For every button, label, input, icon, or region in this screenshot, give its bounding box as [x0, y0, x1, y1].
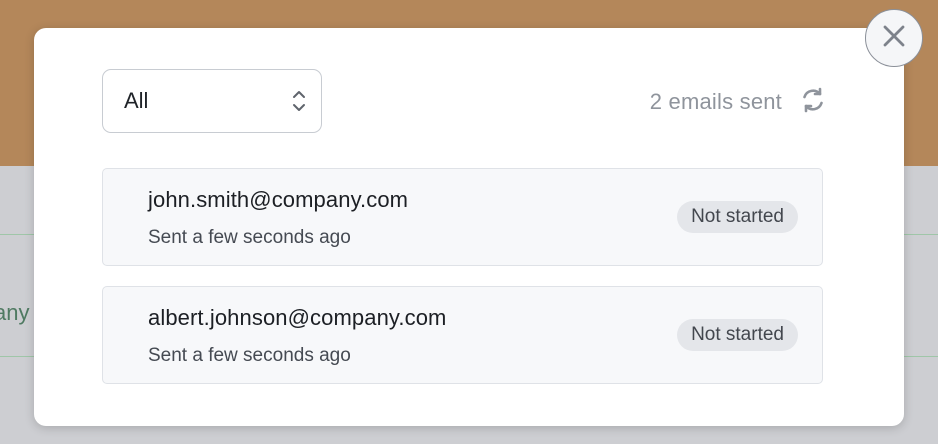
- refresh-button[interactable]: [798, 87, 828, 117]
- list-item[interactable]: john.smith@company.com Sent a few second…: [102, 168, 823, 266]
- status-badge: Not started: [677, 319, 798, 351]
- chevron-up-down-icon: [291, 87, 307, 120]
- email-sent-time: Sent a few seconds ago: [148, 227, 351, 248]
- status-badge: Not started: [677, 201, 798, 233]
- list-item[interactable]: albert.johnson@company.com Sent a few se…: [102, 286, 823, 384]
- email-address: john.smith@company.com: [148, 187, 409, 212]
- emails-sent-count: 2 emails sent: [649, 89, 782, 114]
- emails-modal: All 2 emails sent john.smith@company.com…: [34, 28, 904, 426]
- filter-selected-value: All: [124, 88, 149, 113]
- app-stage: any All 2 emails sent john.smith@company…: [0, 0, 938, 444]
- close-button[interactable]: [865, 9, 923, 67]
- status-filter-select[interactable]: All: [102, 69, 322, 133]
- email-address: albert.johnson@company.com: [148, 305, 447, 330]
- refresh-icon: [799, 86, 827, 119]
- email-sent-time: Sent a few seconds ago: [148, 345, 351, 366]
- close-icon: [881, 23, 907, 54]
- backdrop-text-fragment: any: [0, 300, 30, 325]
- email-list: john.smith@company.com Sent a few second…: [102, 168, 823, 404]
